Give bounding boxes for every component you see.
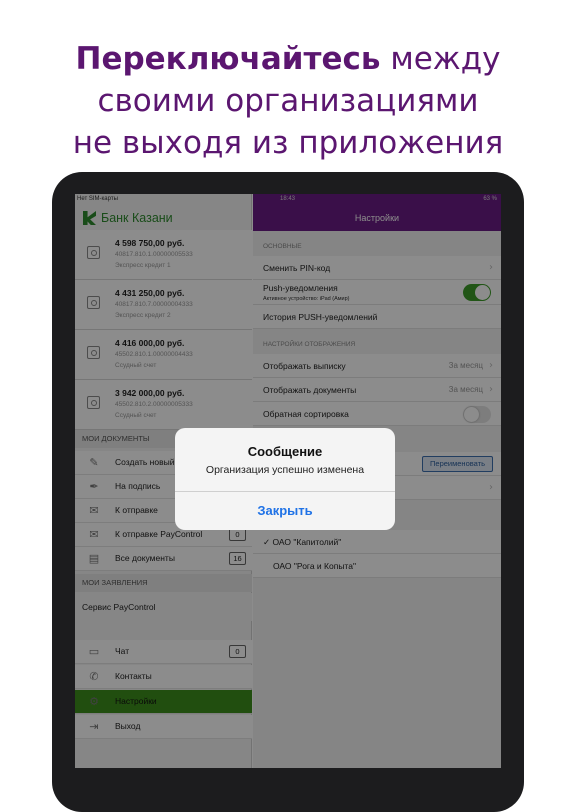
headline-line1-rest: между: [380, 41, 501, 77]
alert-dialog: Сообщение Организация успешно изменена З…: [175, 428, 395, 530]
promo-headline: Переключайтесь между своими организациям…: [0, 38, 576, 164]
headline-line2: своими организациями: [97, 83, 479, 119]
close-button[interactable]: Закрыть: [175, 492, 395, 530]
headline-bold: Переключайтесь: [75, 41, 381, 77]
alert-title: Сообщение: [247, 444, 323, 459]
headline-line3: не выходя из приложения: [72, 125, 504, 161]
alert-message: Организация успешно изменена: [205, 464, 365, 476]
